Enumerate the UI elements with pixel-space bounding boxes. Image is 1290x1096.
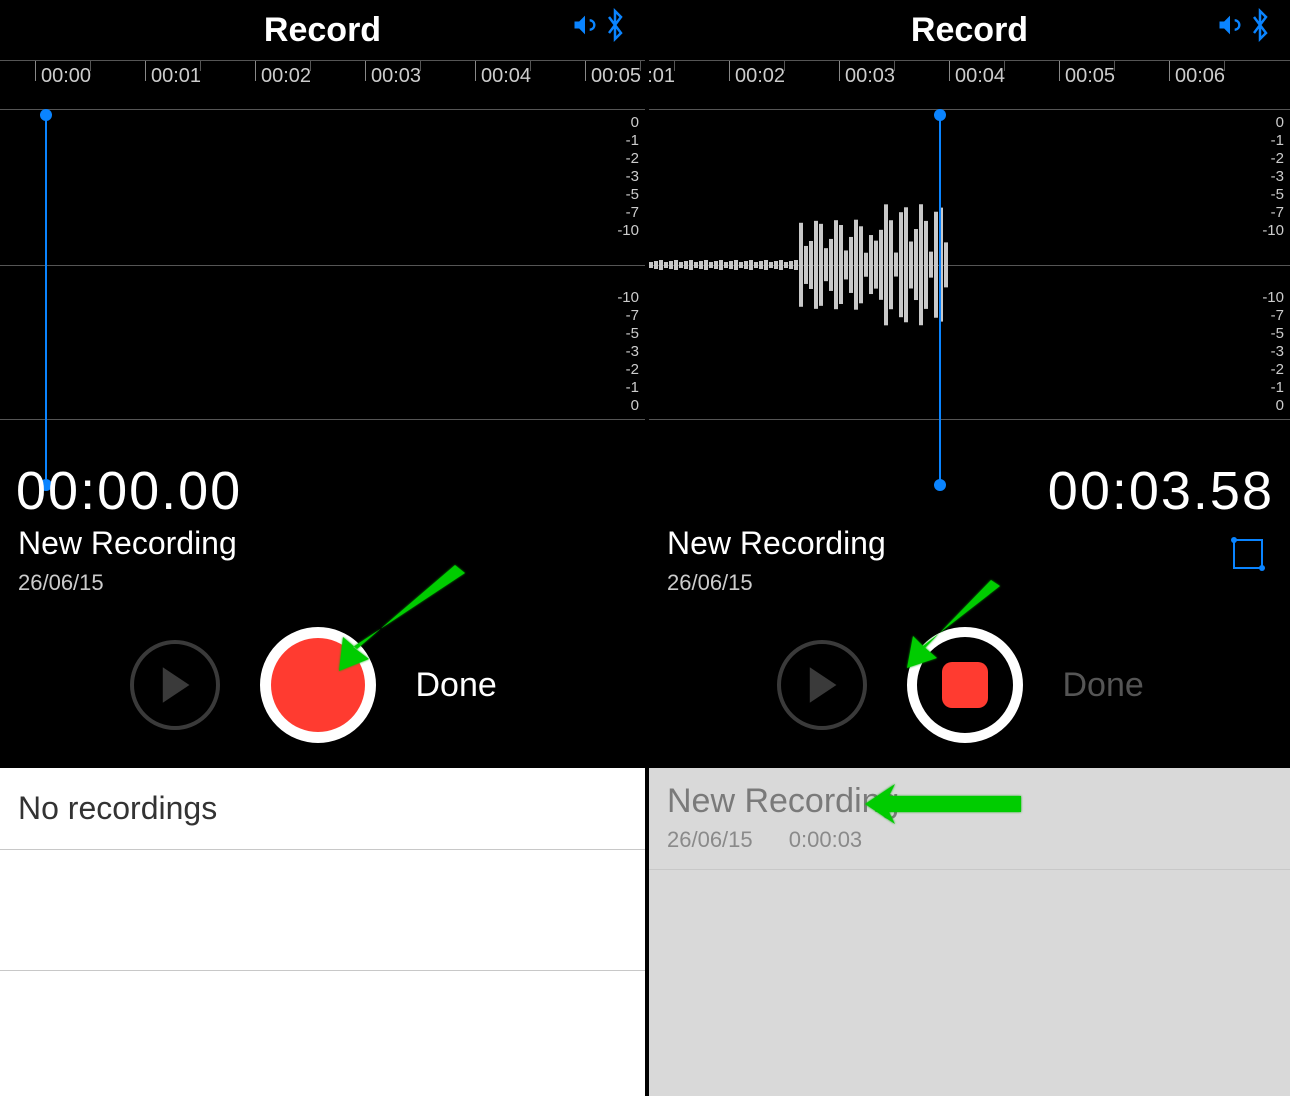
done-button: Done [1063, 666, 1163, 705]
waveform-area: 0-1-2-3-5-7-10 0-1-2-3-5-7-10 [0, 110, 645, 420]
screen-before-record: Record 00:0000:0100:0200:0300:0400:05 0-… [0, 0, 645, 1096]
trim-button[interactable] [1224, 530, 1272, 583]
speaker-icon [1216, 11, 1244, 39]
recordings-list[interactable]: No recordings [0, 768, 645, 1096]
bluetooth-icon [1248, 8, 1272, 42]
audio-route-button[interactable] [571, 8, 627, 42]
page-title: Record [911, 11, 1028, 50]
speaker-icon [571, 11, 599, 39]
recording-name[interactable]: New Recording [18, 525, 237, 562]
db-scale-top: 0-1-2-3-5-7-10 [1262, 114, 1284, 240]
transport-controls: Done [0, 615, 645, 755]
annotation-arrow [335, 565, 475, 675]
recording-date: 26/06/15 [18, 570, 104, 596]
play-button[interactable] [130, 640, 220, 730]
elapsed-time: 00:00.00 [16, 460, 242, 522]
header: Record [649, 0, 1290, 60]
waveform-area: 0-1-2-3-5-7-10 0-1-2-3-5-7-10 [649, 110, 1290, 420]
list-item-date: 26/06/15 [667, 827, 753, 852]
db-scale-top: 0-1-2-3-5-7-10 [617, 114, 639, 240]
recording-date: 26/06/15 [667, 570, 753, 596]
db-scale-bottom: 0-1-2-3-5-7-10 [617, 289, 639, 415]
playhead[interactable] [939, 115, 941, 485]
annotation-arrow [905, 580, 1005, 670]
elapsed-time: 00:03.58 [1048, 460, 1274, 522]
screen-during-record: Record 00:0100:0200:0300:0400:0500:06 0-… [645, 0, 1290, 1096]
play-button[interactable] [777, 640, 867, 730]
page-title: Record [264, 11, 381, 50]
empty-state-text: No recordings [0, 768, 645, 849]
playhead[interactable] [45, 115, 47, 485]
header: Record [0, 0, 645, 60]
db-scale-bottom: 0-1-2-3-5-7-10 [1262, 289, 1284, 415]
bluetooth-icon [603, 8, 627, 42]
waveform-midline [0, 265, 645, 266]
timeline[interactable]: 00:0000:0100:0200:0300:0400:05 0-1-2-3-5… [0, 60, 645, 420]
audio-route-button[interactable] [1216, 8, 1272, 42]
timeline[interactable]: 00:0100:0200:0300:0400:0500:06 0-1-2-3-5… [649, 60, 1290, 420]
time-ruler[interactable]: 00:0100:0200:0300:0400:0500:06 [649, 60, 1290, 110]
annotation-arrow [865, 782, 1025, 832]
time-ruler[interactable]: 00:0000:0100:0200:0300:0400:05 [0, 60, 645, 110]
recording-name[interactable]: New Recording [667, 525, 886, 562]
waveform [649, 205, 949, 325]
list-item-duration: 0:00:03 [789, 827, 862, 852]
